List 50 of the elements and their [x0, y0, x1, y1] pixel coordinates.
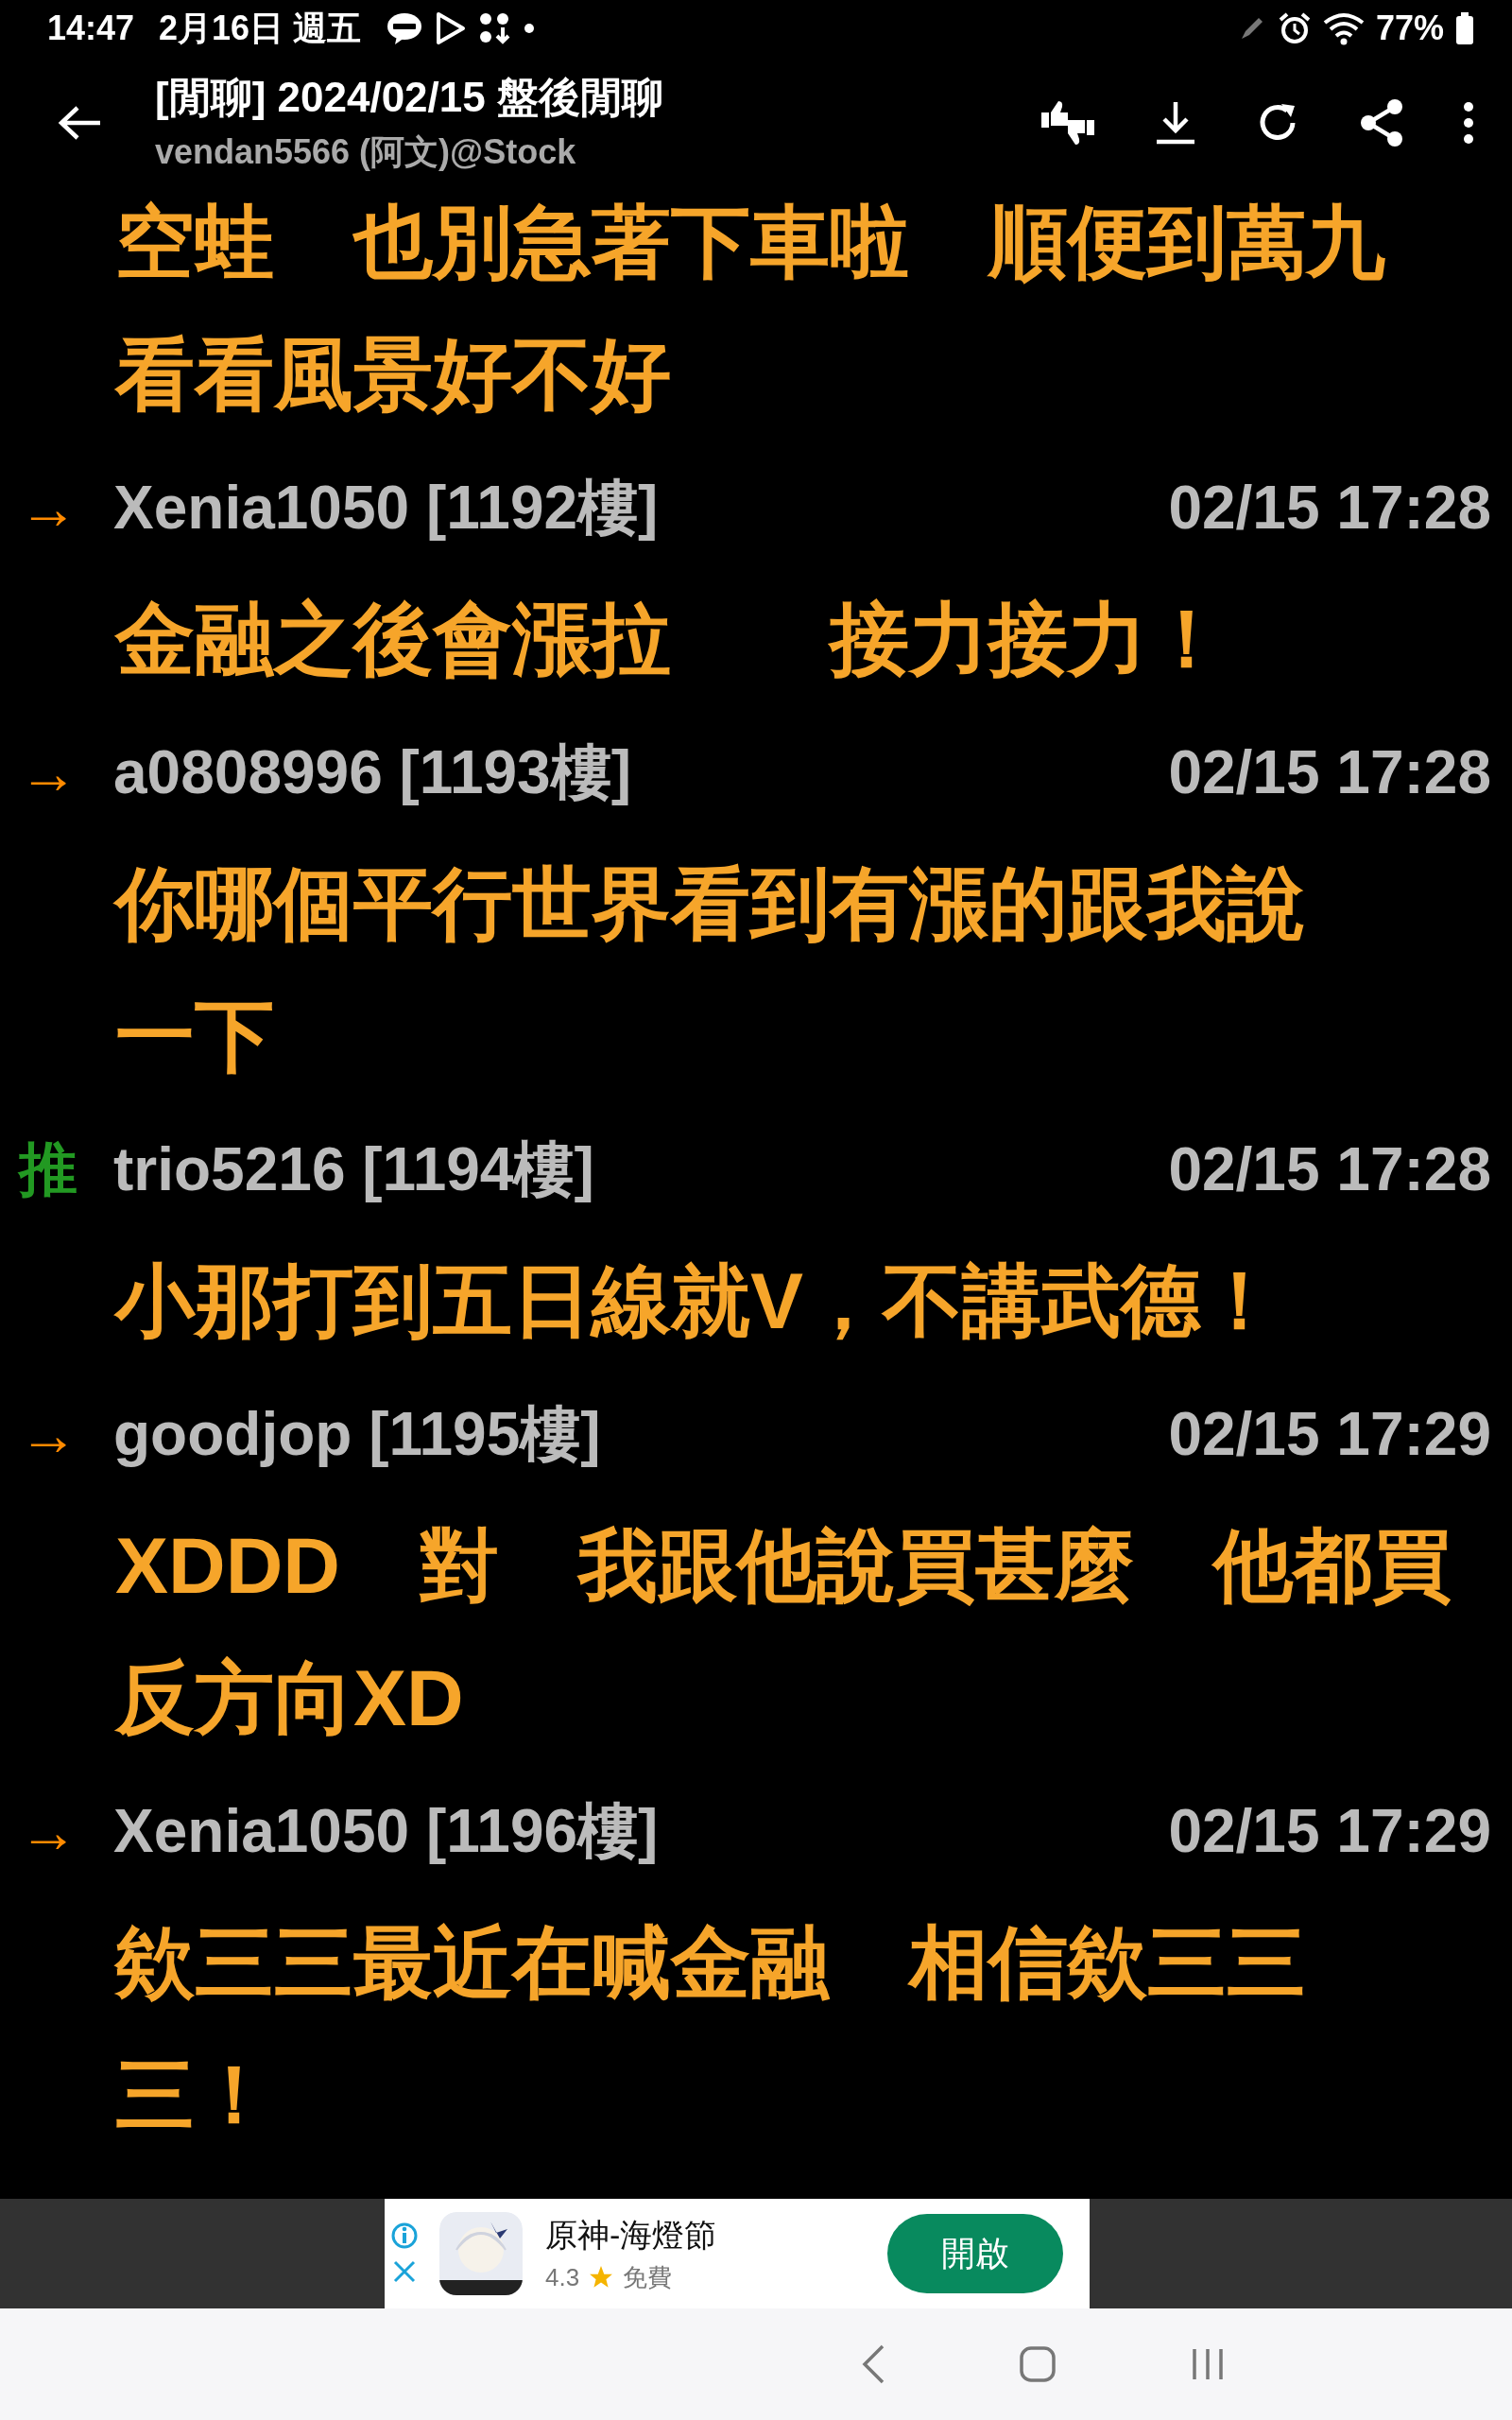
push-tag: → [19, 1400, 113, 1468]
comment-text: 一下 [115, 991, 274, 1082]
info-icon[interactable] [390, 2221, 419, 2250]
play-icon [435, 11, 468, 45]
comment-text: 三！ [115, 2049, 274, 2141]
comment-time: 02/15 17:29 [1168, 1796, 1491, 1866]
battery-icon [1455, 12, 1474, 44]
comment-author: goodjop [1195樓] [113, 1398, 602, 1470]
download-icon[interactable] [1155, 100, 1196, 146]
back-nav-icon[interactable] [860, 2343, 886, 2385]
share-icon[interactable] [1359, 98, 1404, 147]
comment-author: Xenia1050 [1192樓] [113, 472, 660, 544]
ad-app-name: 原神-海燈節 [545, 2215, 718, 2255]
comment-time: 02/15 17:29 [1168, 1399, 1491, 1469]
comment-time: 02/15 17:28 [1168, 473, 1491, 543]
comment-author: a0808996 [1193樓] [113, 736, 632, 808]
comment-text: 看看風景好不好 [115, 329, 671, 421]
comment-time: 02/15 17:28 [1168, 1134, 1491, 1204]
rating-value: 4.3 [545, 2262, 580, 2292]
push-tag: → [19, 738, 113, 806]
comment-author: Xenia1050 [1196樓] [113, 1795, 660, 1867]
home-nav-icon[interactable] [1019, 2345, 1057, 2383]
push-tag: 推 [19, 1130, 113, 1209]
comment-text: 欸三三最近在喊金融 相信欸三三 [115, 1917, 1306, 2009]
back-arrow-icon[interactable] [57, 104, 102, 142]
comment-time: 02/15 17:28 [1168, 737, 1491, 807]
comment-text: 空蛙 也別急著下車啦 順便到萬九 [115, 197, 1385, 288]
date-text: 2月16日 週五 [159, 7, 362, 49]
thumbs-up-down-icon[interactable] [1040, 99, 1096, 147]
article-title: [閒聊] 2024/02/15 盤後閒聊 [155, 73, 664, 122]
alarm-icon [1277, 11, 1312, 45]
battery-percent: 77% [1375, 9, 1444, 48]
clock-time: 14:47 [47, 9, 135, 48]
comment-text: XDDD 對 我跟他說買甚麼 他都買 [115, 1520, 1452, 1612]
push-tag: → [19, 474, 113, 542]
push-tag: → [19, 1797, 113, 1865]
chat-bubble-icon [386, 11, 424, 45]
star-icon [589, 2265, 614, 2290]
dot-icon [524, 23, 536, 34]
open-button[interactable]: 開啟 [887, 2214, 1063, 2293]
ad-card[interactable]: 原神-海燈節 4.3 免費 開啟 [385, 2199, 1090, 2308]
more-menu-icon[interactable] [1463, 100, 1474, 146]
comment-author: trio5216 [1194樓] [113, 1133, 595, 1205]
wifi-icon [1322, 11, 1365, 45]
app-icon [439, 2212, 523, 2295]
comment-text: 小那打到五日線就V，不講武德！ [115, 1255, 1280, 1347]
comment-text: 反方向XD [115, 1652, 464, 1744]
article-subtitle: vendan5566 (阿文)@Stock [155, 131, 577, 173]
comment-text: 金融之後會漲拉 接力接力！ [115, 594, 1227, 685]
price-label: 免費 [623, 2261, 673, 2293]
